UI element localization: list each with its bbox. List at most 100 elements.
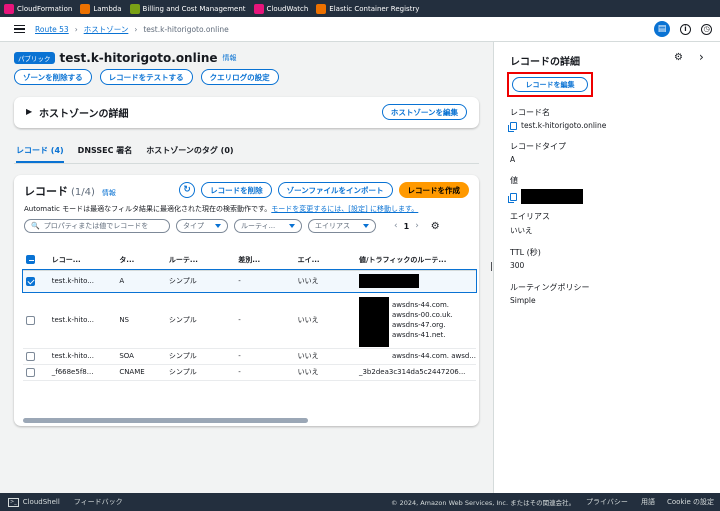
feedback-link[interactable]: フィードバック xyxy=(74,497,123,507)
favorite-billing[interactable]: Billing and Cost Management xyxy=(129,3,246,14)
breadcrumb: Route 53 › ホストゾーン › test.k-hitorigoto.on… xyxy=(35,24,229,35)
cloudshell-link[interactable]: CloudShell xyxy=(23,498,60,506)
breadcrumb-route53[interactable]: Route 53 xyxy=(35,25,69,34)
tab-bar: レコード (4) DNSSEC 署名 ホストゾーンのタグ (0) xyxy=(16,145,234,163)
edit-zone-button[interactable]: ホストゾーンを編集 xyxy=(381,104,467,120)
table-row[interactable]: _f668e5f8... CNAME シンプル - いいえ _3b2dea3c3… xyxy=(23,364,476,381)
change-mode-link[interactable]: モードを変更するには、[設定] に移動します。 xyxy=(271,205,418,213)
favorite-lambda[interactable]: Lambda xyxy=(80,3,122,14)
page-number[interactable]: 1 xyxy=(404,222,410,231)
terms-link[interactable]: 用語 xyxy=(641,497,655,507)
record-name: _f668e5f8... xyxy=(48,364,117,381)
record-alias: いいえ xyxy=(294,348,356,365)
ns-value: awsdns-00.co.uk. xyxy=(391,311,453,319)
record-routing: シンプル xyxy=(165,292,236,349)
column-routing[interactable]: ルーテ... xyxy=(165,250,236,271)
breadcrumb-hosted-zones[interactable]: ホストゾーン xyxy=(84,24,129,35)
horizontal-scrollbar[interactable] xyxy=(23,418,308,423)
redacted-value xyxy=(358,274,419,288)
copy-icon[interactable] xyxy=(508,122,517,132)
tab-dnssec[interactable]: DNSSEC 署名 xyxy=(78,145,133,163)
billing-icon xyxy=(129,3,140,14)
edit-record-button[interactable]: レコードを編集 xyxy=(512,77,588,92)
record-differentiator: - xyxy=(235,348,295,365)
search-icon: 🔍 xyxy=(31,222,40,230)
chevron-down-icon xyxy=(289,224,295,228)
copy-icon[interactable] xyxy=(508,192,517,203)
favorites-bar: CloudFormation Lambda Billing and Cost M… xyxy=(0,0,720,17)
delete-record-button[interactable]: レコードを削除 xyxy=(201,182,272,198)
info-icon[interactable]: i xyxy=(680,23,691,35)
clock-icon[interactable]: ◷ xyxy=(701,23,712,35)
alias-filter-select[interactable]: エイリアス xyxy=(308,219,376,233)
records-info-link[interactable]: 情報 xyxy=(102,188,116,198)
tab-divider xyxy=(14,163,479,164)
search-mode-notice: Automatic モードは最適なフィルタ結果に最適化された現在の検索動作です。 xyxy=(24,205,272,213)
query-log-button[interactable]: クエリログの設定 xyxy=(200,69,279,85)
column-type[interactable]: タ... xyxy=(116,250,166,271)
prev-page-icon[interactable]: ‹ xyxy=(394,221,398,231)
chevron-right-icon[interactable]: › xyxy=(699,50,704,64)
tab-records[interactable]: レコード (4) xyxy=(16,145,64,163)
chevron-right-icon: › xyxy=(134,24,138,34)
table-row[interactable]: test.k-hito... NS シンプル - いいえ awsdns-44.c… xyxy=(23,292,476,349)
search-input[interactable]: 🔍 プロパティまたは値でレコードを xyxy=(24,219,170,233)
import-zone-file-button[interactable]: ゾーンファイルをインポート xyxy=(277,182,393,198)
type-filter-select[interactable]: タイプ xyxy=(176,219,228,233)
row-checkbox[interactable] xyxy=(26,367,35,377)
tab-zone-tags[interactable]: ホストゾーンのタグ (0) xyxy=(146,145,233,163)
select-all-checkbox[interactable] xyxy=(26,255,35,265)
routing-policy-label: ルーティングポリシー xyxy=(510,283,590,292)
record-routing: シンプル xyxy=(165,270,236,293)
table-row[interactable]: test.k-hito... A シンプル - いいえ xyxy=(22,269,477,293)
test-record-button[interactable]: レコードをテストする xyxy=(99,69,193,85)
create-record-button[interactable]: レコードを作成 xyxy=(398,182,469,198)
records-count: (1/4) xyxy=(71,187,95,198)
alias-value: いいえ xyxy=(510,226,533,235)
favorite-cloudwatch[interactable]: CloudWatch xyxy=(253,3,308,14)
favorite-ecr[interactable]: Elastic Container Registry xyxy=(316,3,419,14)
edit-record-highlight: レコードを編集 xyxy=(507,72,593,97)
cname-value: _3b2dea3c314da5c2447206... xyxy=(355,364,476,381)
row-checkbox[interactable] xyxy=(26,315,35,325)
chevron-down-icon xyxy=(215,224,221,228)
favorite-cloudformation[interactable]: CloudFormation xyxy=(4,3,72,14)
zone-details-panel: ▶ ホストゾーンの詳細 ホストゾーンを編集 xyxy=(14,97,479,128)
zone-details-title[interactable]: ホストゾーンの詳細 xyxy=(39,105,129,120)
record-details-panel: レコードの詳細 ⚙ › レコードを編集 レコード名 test.k-hitorig… xyxy=(493,42,720,493)
delete-zone-button[interactable]: ゾーンを削除する xyxy=(14,69,92,85)
record-type: A xyxy=(116,270,166,293)
info-link[interactable]: 情報 xyxy=(223,53,237,63)
record-name-value: test.k-hitorigoto.online xyxy=(521,121,607,130)
cloudshell-icon[interactable]: >_ xyxy=(8,497,19,507)
column-alias[interactable]: エイ... xyxy=(294,250,356,271)
row-checkbox[interactable] xyxy=(26,351,35,361)
split-panel-icon[interactable]: ▤ xyxy=(654,21,670,37)
cloudwatch-icon xyxy=(253,3,264,14)
column-record-name[interactable]: レコー... xyxy=(48,250,117,271)
settings-gear-icon[interactable]: ⚙ xyxy=(674,52,683,63)
column-differentiator[interactable]: 差別... xyxy=(235,250,295,271)
routing-filter-select[interactable]: ルーティ... xyxy=(234,219,302,233)
record-name: test.k-hito... xyxy=(48,292,117,349)
routing-policy-value: Simple xyxy=(510,296,536,305)
row-checkbox[interactable] xyxy=(26,276,35,286)
next-page-icon[interactable]: › xyxy=(415,221,419,231)
record-type-value: A xyxy=(510,155,516,164)
refresh-icon[interactable]: ↻ xyxy=(179,182,196,198)
privacy-link[interactable]: プライバシー xyxy=(586,497,628,507)
column-value[interactable]: 値/トラフィックのルーテ... xyxy=(355,250,476,271)
expand-triangle-icon[interactable]: ▶ xyxy=(26,107,32,116)
record-type: SOA xyxy=(116,348,166,365)
menu-icon[interactable] xyxy=(14,23,25,36)
navigation-bar: Route 53 › ホストゾーン › test.k-hitorigoto.on… xyxy=(0,17,720,42)
record-routing: シンプル xyxy=(165,364,236,381)
redacted-value xyxy=(521,189,583,204)
settings-gear-icon[interactable]: ⚙ xyxy=(431,221,440,232)
table-row[interactable]: test.k-hito... SOA シンプル - いいえ awsdns-44.… xyxy=(23,348,476,365)
record-differentiator: - xyxy=(235,292,295,349)
record-name: test.k-hito... xyxy=(48,270,117,293)
cookie-settings-link[interactable]: Cookie の設定 xyxy=(667,497,714,507)
records-table: レコー... タ... ルーテ... 差別... エイ... 値/トラフィックの… xyxy=(22,250,477,381)
record-type: NS xyxy=(116,292,166,349)
